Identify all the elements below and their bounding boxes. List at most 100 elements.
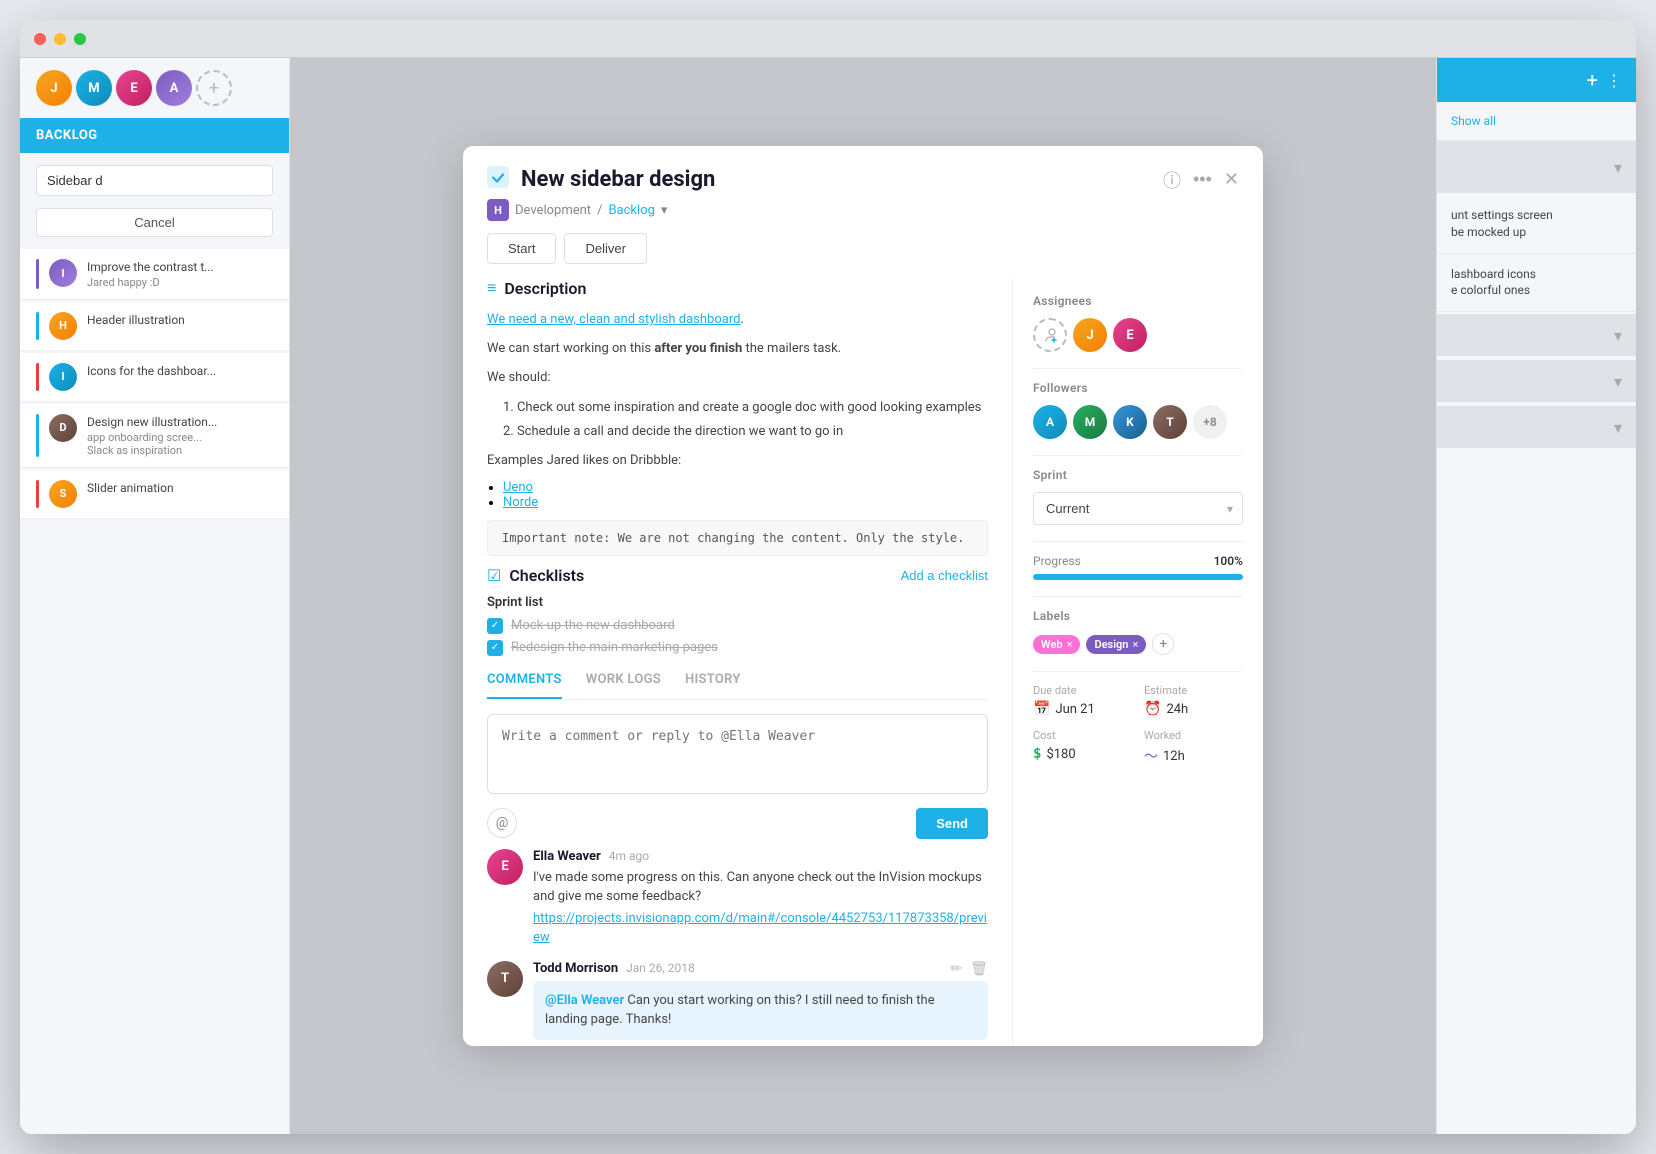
close-button[interactable] — [34, 33, 46, 45]
comment-time: Jan 26, 2018 — [626, 961, 695, 975]
right-side-show-all: Show all — [1437, 102, 1636, 141]
description-bullets: Ueno Norde — [503, 480, 988, 510]
show-all-link[interactable]: Show all — [1451, 114, 1496, 128]
task-subtitle: Jared happy :D — [87, 276, 214, 289]
send-button[interactable]: Send — [916, 808, 988, 839]
right-item-collapsed[interactable]: ▾ — [1437, 406, 1636, 448]
deliver-button[interactable]: Deliver — [564, 233, 646, 264]
remove-web-label[interactable]: × — [1067, 638, 1073, 651]
progress-bar-background — [1033, 574, 1243, 580]
description-list-item: 2. Schedule a call and decide the direct… — [503, 420, 988, 443]
meta-grid: Due date 📅 Jun 21 Estimate ⏰ — [1033, 684, 1243, 766]
mention-button[interactable]: @ — [487, 808, 517, 838]
task-item[interactable]: D Design new illustration... app onboard… — [20, 404, 289, 468]
fullscreen-button[interactable] — [74, 33, 86, 45]
task-item[interactable]: I Icons for the dashboar... — [20, 353, 289, 402]
modal-left-panel: ≡ Description We need a new, clean and s… — [463, 278, 1013, 1046]
comment-content: Ella Weaver 4m ago I've made some progre… — [533, 849, 988, 945]
right-item-collapsed[interactable]: ▾ — [1437, 314, 1636, 356]
start-button[interactable]: Start — [487, 233, 556, 264]
minimize-button[interactable] — [54, 33, 66, 45]
checklist-icon: ☑ — [487, 566, 501, 585]
task-title: Improve the contrast t... — [87, 259, 214, 276]
ueno-link[interactable]: Ueno — [503, 480, 533, 495]
followers-title: Followers — [1033, 381, 1243, 395]
progress-section: Progress 100% — [1033, 554, 1243, 580]
cost-cell: Cost $ $180 — [1033, 729, 1132, 766]
description-icon: ≡ — [487, 278, 496, 298]
progress-header: Progress 100% — [1033, 554, 1243, 568]
modal-title: New sidebar design — [521, 167, 1151, 192]
sprint-link[interactable]: Backlog — [608, 203, 654, 218]
modal-header: New sidebar design ⓘ ••• ✕ — [463, 146, 1263, 193]
modal-body: ≡ Description We need a new, clean and s… — [463, 278, 1263, 1046]
left-sidebar: J M E A + BACKLOG Cancel I Improve the c… — [20, 58, 290, 1134]
right-panel-item[interactable]: unt settings screenbe mocked up — [1437, 195, 1636, 254]
close-modal-button[interactable]: ✕ — [1224, 169, 1239, 190]
follower-avatar: M — [1073, 405, 1107, 439]
comment-input[interactable] — [487, 714, 988, 794]
due-date-label: Due date — [1033, 684, 1132, 697]
comment-link[interactable]: https://projects.invisionapp.com/d/main#… — [533, 911, 987, 945]
edit-icon[interactable]: ✏ — [950, 961, 962, 977]
more-options-button[interactable]: ⋮ — [1606, 71, 1622, 90]
project-name: Development — [515, 203, 591, 218]
backlog-label: BACKLOG — [36, 128, 98, 143]
sprint-select[interactable]: Current — [1033, 492, 1243, 525]
cost-value: $ $180 — [1033, 746, 1132, 762]
avatar: E — [116, 70, 152, 106]
team-avatars-row: J M E A + — [20, 58, 289, 118]
comment-actions-row: @ Send — [487, 808, 988, 839]
description-line2: We can start working on this after you f… — [487, 339, 988, 360]
chevron-down-icon: ▾ — [1614, 326, 1622, 345]
label-web: Web × — [1033, 635, 1080, 654]
add-member-button[interactable]: + — [196, 70, 232, 106]
comment-time: 4m ago — [609, 849, 649, 863]
checklist-item: ✓ Mock-up the new dashboard — [487, 618, 988, 634]
task-item[interactable]: I Improve the contrast t... Jared happy … — [20, 249, 289, 300]
followers-more-badge[interactable]: +8 — [1193, 405, 1227, 439]
checkbox-done[interactable]: ✓ — [487, 640, 503, 656]
action-buttons-row: Start Deliver — [463, 233, 1263, 278]
right-item-collapsed[interactable]: ▾ — [1437, 360, 1636, 402]
tab-comments[interactable]: COMMENTS — [487, 672, 562, 699]
comment-meta: Todd Morrison Jan 26, 2018 — [533, 961, 695, 976]
right-panel-item[interactable]: lashboard iconse colorful ones — [1437, 254, 1636, 313]
description-list-item: 1. Check out some inspiration and create… — [503, 396, 988, 419]
task-title: Icons for the dashboar... — [87, 363, 216, 380]
delete-icon[interactable]: 🗑 — [970, 961, 988, 977]
comment-content: Todd Morrison Jan 26, 2018 ✏ 🗑 — [533, 961, 988, 1040]
tab-history[interactable]: HISTORY — [685, 672, 741, 699]
progress-bar-fill — [1033, 574, 1243, 580]
comment-text: I've made some progress on this. Can any… — [533, 868, 988, 907]
description-link[interactable]: We need a new, clean and stylish dashboa… — [487, 312, 740, 327]
mac-titlebar — [20, 20, 1636, 58]
add-assignee-button[interactable] — [1033, 318, 1067, 352]
right-item-collapsed[interactable]: ▾ — [1437, 141, 1636, 193]
add-button[interactable]: + — [1587, 68, 1598, 92]
sprint-select-row: Current ▾ — [1033, 492, 1243, 525]
task-item[interactable]: H Header illustration — [20, 302, 289, 351]
comment-avatar: E — [487, 849, 523, 885]
project-initial: H — [487, 199, 509, 221]
norde-link[interactable]: Norde — [503, 495, 538, 510]
avatar: M — [76, 70, 112, 106]
worked-value: 〜 12h — [1144, 746, 1243, 766]
task-item[interactable]: S Slider animation — [20, 470, 289, 519]
remove-design-label[interactable]: × — [1132, 638, 1138, 651]
mac-window: J M E A + BACKLOG Cancel I Improve the c… — [20, 20, 1636, 1134]
task-title: Slider animation — [87, 480, 174, 497]
more-button[interactable]: ••• — [1193, 169, 1212, 190]
assignees-title: Assignees — [1033, 294, 1243, 308]
checkbox-done[interactable]: ✓ — [487, 618, 503, 634]
add-checklist-button[interactable]: Add a checklist — [901, 568, 988, 583]
search-input[interactable] — [36, 165, 273, 196]
labels-section: Labels Web × Design × + — [1033, 609, 1243, 655]
sprint-dropdown-icon: ▾ — [1227, 502, 1233, 516]
assignees-row: J E — [1033, 318, 1243, 352]
tab-worklogs[interactable]: WORK LOGS — [586, 672, 661, 699]
cancel-button[interactable]: Cancel — [36, 208, 273, 237]
info-button[interactable]: ⓘ — [1163, 167, 1181, 193]
description-we-should: We should: — [487, 368, 988, 389]
add-label-button[interactable]: + — [1152, 633, 1174, 655]
